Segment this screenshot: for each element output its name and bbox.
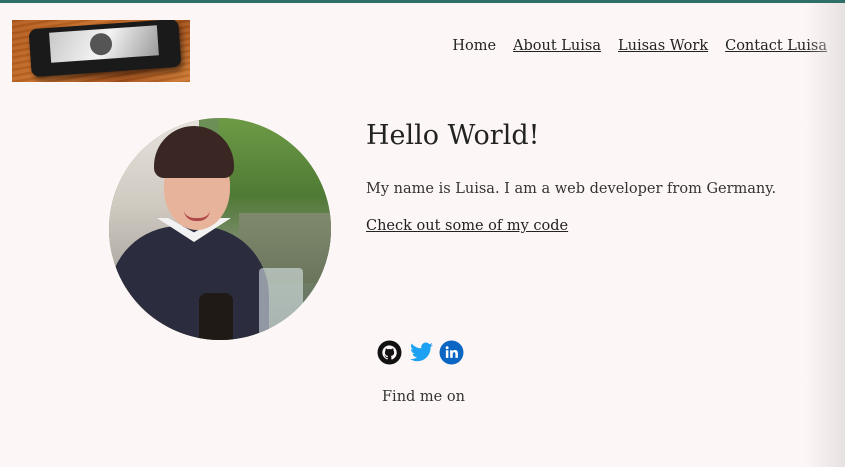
profile-photo — [109, 118, 331, 340]
find-me-caption: Find me on — [382, 389, 465, 405]
github-icon[interactable] — [377, 340, 402, 365]
hero-description: My name is Luisa. I am a web developer f… — [366, 181, 777, 197]
right-edge-shadow — [805, 3, 845, 467]
nav-home[interactable]: Home — [452, 38, 496, 54]
hero-title: Hello World! — [366, 120, 540, 151]
top-accent-bar — [0, 0, 845, 3]
main-navigation: Home About Luisa Luisas Work Contact Lui… — [452, 38, 827, 54]
social-links — [377, 340, 464, 365]
linkedin-icon[interactable] — [439, 340, 464, 365]
twitter-icon[interactable] — [408, 340, 433, 365]
site-logo[interactable] — [12, 20, 190, 82]
nav-about-luisa[interactable]: About Luisa — [513, 38, 601, 54]
photo-sweater — [109, 226, 269, 340]
nav-contact-luisa[interactable]: Contact Luisa — [725, 38, 827, 54]
photo-bottle — [199, 293, 233, 340]
code-link[interactable]: Check out some of my code — [366, 218, 568, 234]
nav-luisas-work[interactable]: Luisas Work — [618, 38, 708, 54]
photo-wine-glass — [259, 268, 303, 338]
